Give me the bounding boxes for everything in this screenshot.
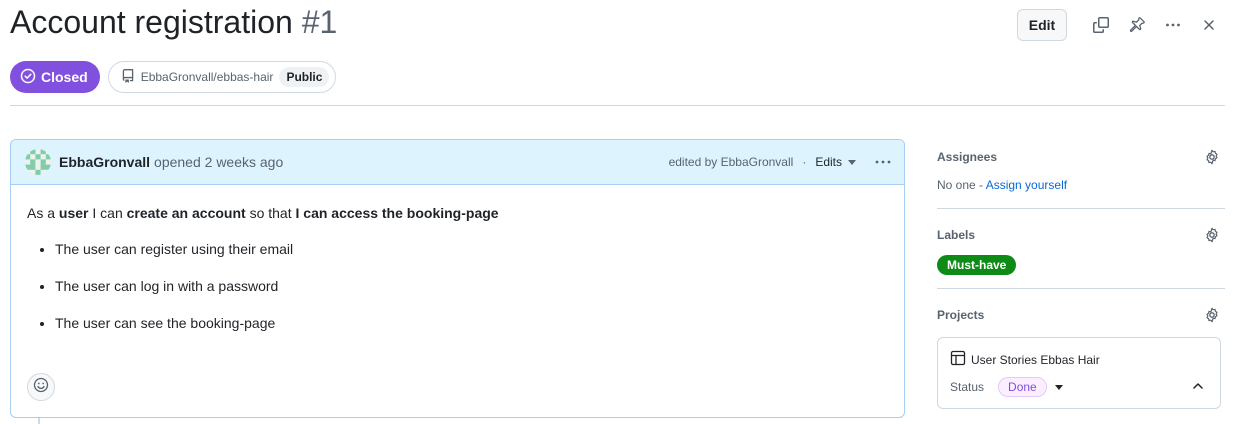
header-actions: Edit [1017,9,1225,41]
project-card: User Stories Ebbas Hair Status Done [937,337,1221,409]
status-value-pill[interactable]: Done [998,377,1047,397]
meta-separator: · [802,155,807,169]
comment-author[interactable]: EbbaGronvall [59,154,150,170]
comment-kebab-icon[interactable] [874,154,892,170]
more-options-icon[interactable] [1157,9,1189,41]
project-status-row: Status Done [950,377,1063,397]
acceptance-criteria-list: The user can register using their email … [27,239,888,333]
label-must-have[interactable]: Must-have [937,255,1017,275]
assignees-gear-icon[interactable] [1204,149,1220,165]
edits-label: Edits [815,155,842,169]
labels-gear-icon[interactable] [1204,227,1220,243]
no-assignee-text: No one - [937,178,986,192]
story-statement: As a user I can create an account so tha… [27,203,888,223]
assignees-title: Assignees [937,150,998,164]
issue-state-row: Closed EbbaGronvall/ebbas-hair Public [10,61,337,93]
edit-button[interactable]: Edit [1017,9,1067,41]
list-item: The user can register using their email [55,239,888,259]
avatar[interactable] [25,149,51,175]
edits-dropdown[interactable]: Edits [815,155,856,169]
copy-icon[interactable] [1085,9,1117,41]
assignees-section: Assignees No one - Assign yourself [937,138,1225,209]
comment-header-meta: edited by EbbaGronvall · Edits [669,154,892,170]
project-name-row[interactable]: User Stories Ebbas Hair [950,350,1100,369]
comment-header: EbbaGronvall opened 2 weeks ago edited b… [11,140,904,185]
assign-yourself-link[interactable]: Assign yourself [986,178,1067,192]
table-icon [950,350,966,369]
issue-header: Account registration #1 Edit [10,0,1225,50]
repo-pill[interactable]: EbbaGronvall/ebbas-hair Public [107,61,337,93]
timeline-line [38,418,40,424]
story-text: so that [245,205,296,221]
story-goal: create an account [126,205,246,221]
edited-by-text: edited by EbbaGronvall [668,155,794,169]
visibility-tag: Public [279,67,330,87]
check-circle-icon [20,68,36,87]
list-item: The user can log in with a password [55,276,888,296]
repo-icon [121,68,135,86]
issue-title-text: Account registration [10,4,293,40]
projects-title: Projects [937,308,985,322]
comment-opened-time: opened 2 weeks ago [154,154,284,170]
close-icon[interactable] [1193,9,1225,41]
closed-state-badge: Closed [10,61,100,93]
issue-body-comment: EbbaGronvall opened 2 weeks ago edited b… [10,139,905,418]
repo-name: EbbaGronvall/ebbas-hair [140,70,274,84]
labels-title: Labels [937,228,976,242]
state-label: Closed [41,69,88,85]
header-divider [10,105,1225,106]
status-label: Status [950,380,985,394]
project-name: User Stories Ebbas Hair [971,352,1100,367]
add-reaction-button[interactable] [27,373,55,401]
story-benefit: I can access the booking-page [295,205,499,221]
projects-gear-icon[interactable] [1204,307,1220,323]
story-text: As a [27,205,59,221]
list-item: The user can see the booking-page [55,313,888,333]
story-role: user [58,205,89,221]
issue-sidebar: Assignees No one - Assign yourself Label… [937,138,1225,424]
labels-section: Labels Must-have [937,209,1225,289]
issue-number: #1 [301,4,338,40]
assignees-value: No one - Assign yourself [937,178,1067,192]
smiley-icon [33,377,49,398]
chevron-up-icon[interactable] [1192,379,1204,397]
comment-body: As a user I can create an account so tha… [11,185,904,333]
pin-icon[interactable] [1121,9,1153,41]
status-dropdown-icon[interactable] [1054,380,1063,394]
story-text: I can [88,205,127,221]
triangle-down-icon [848,155,856,169]
issue-title: Account registration #1 [10,4,337,41]
